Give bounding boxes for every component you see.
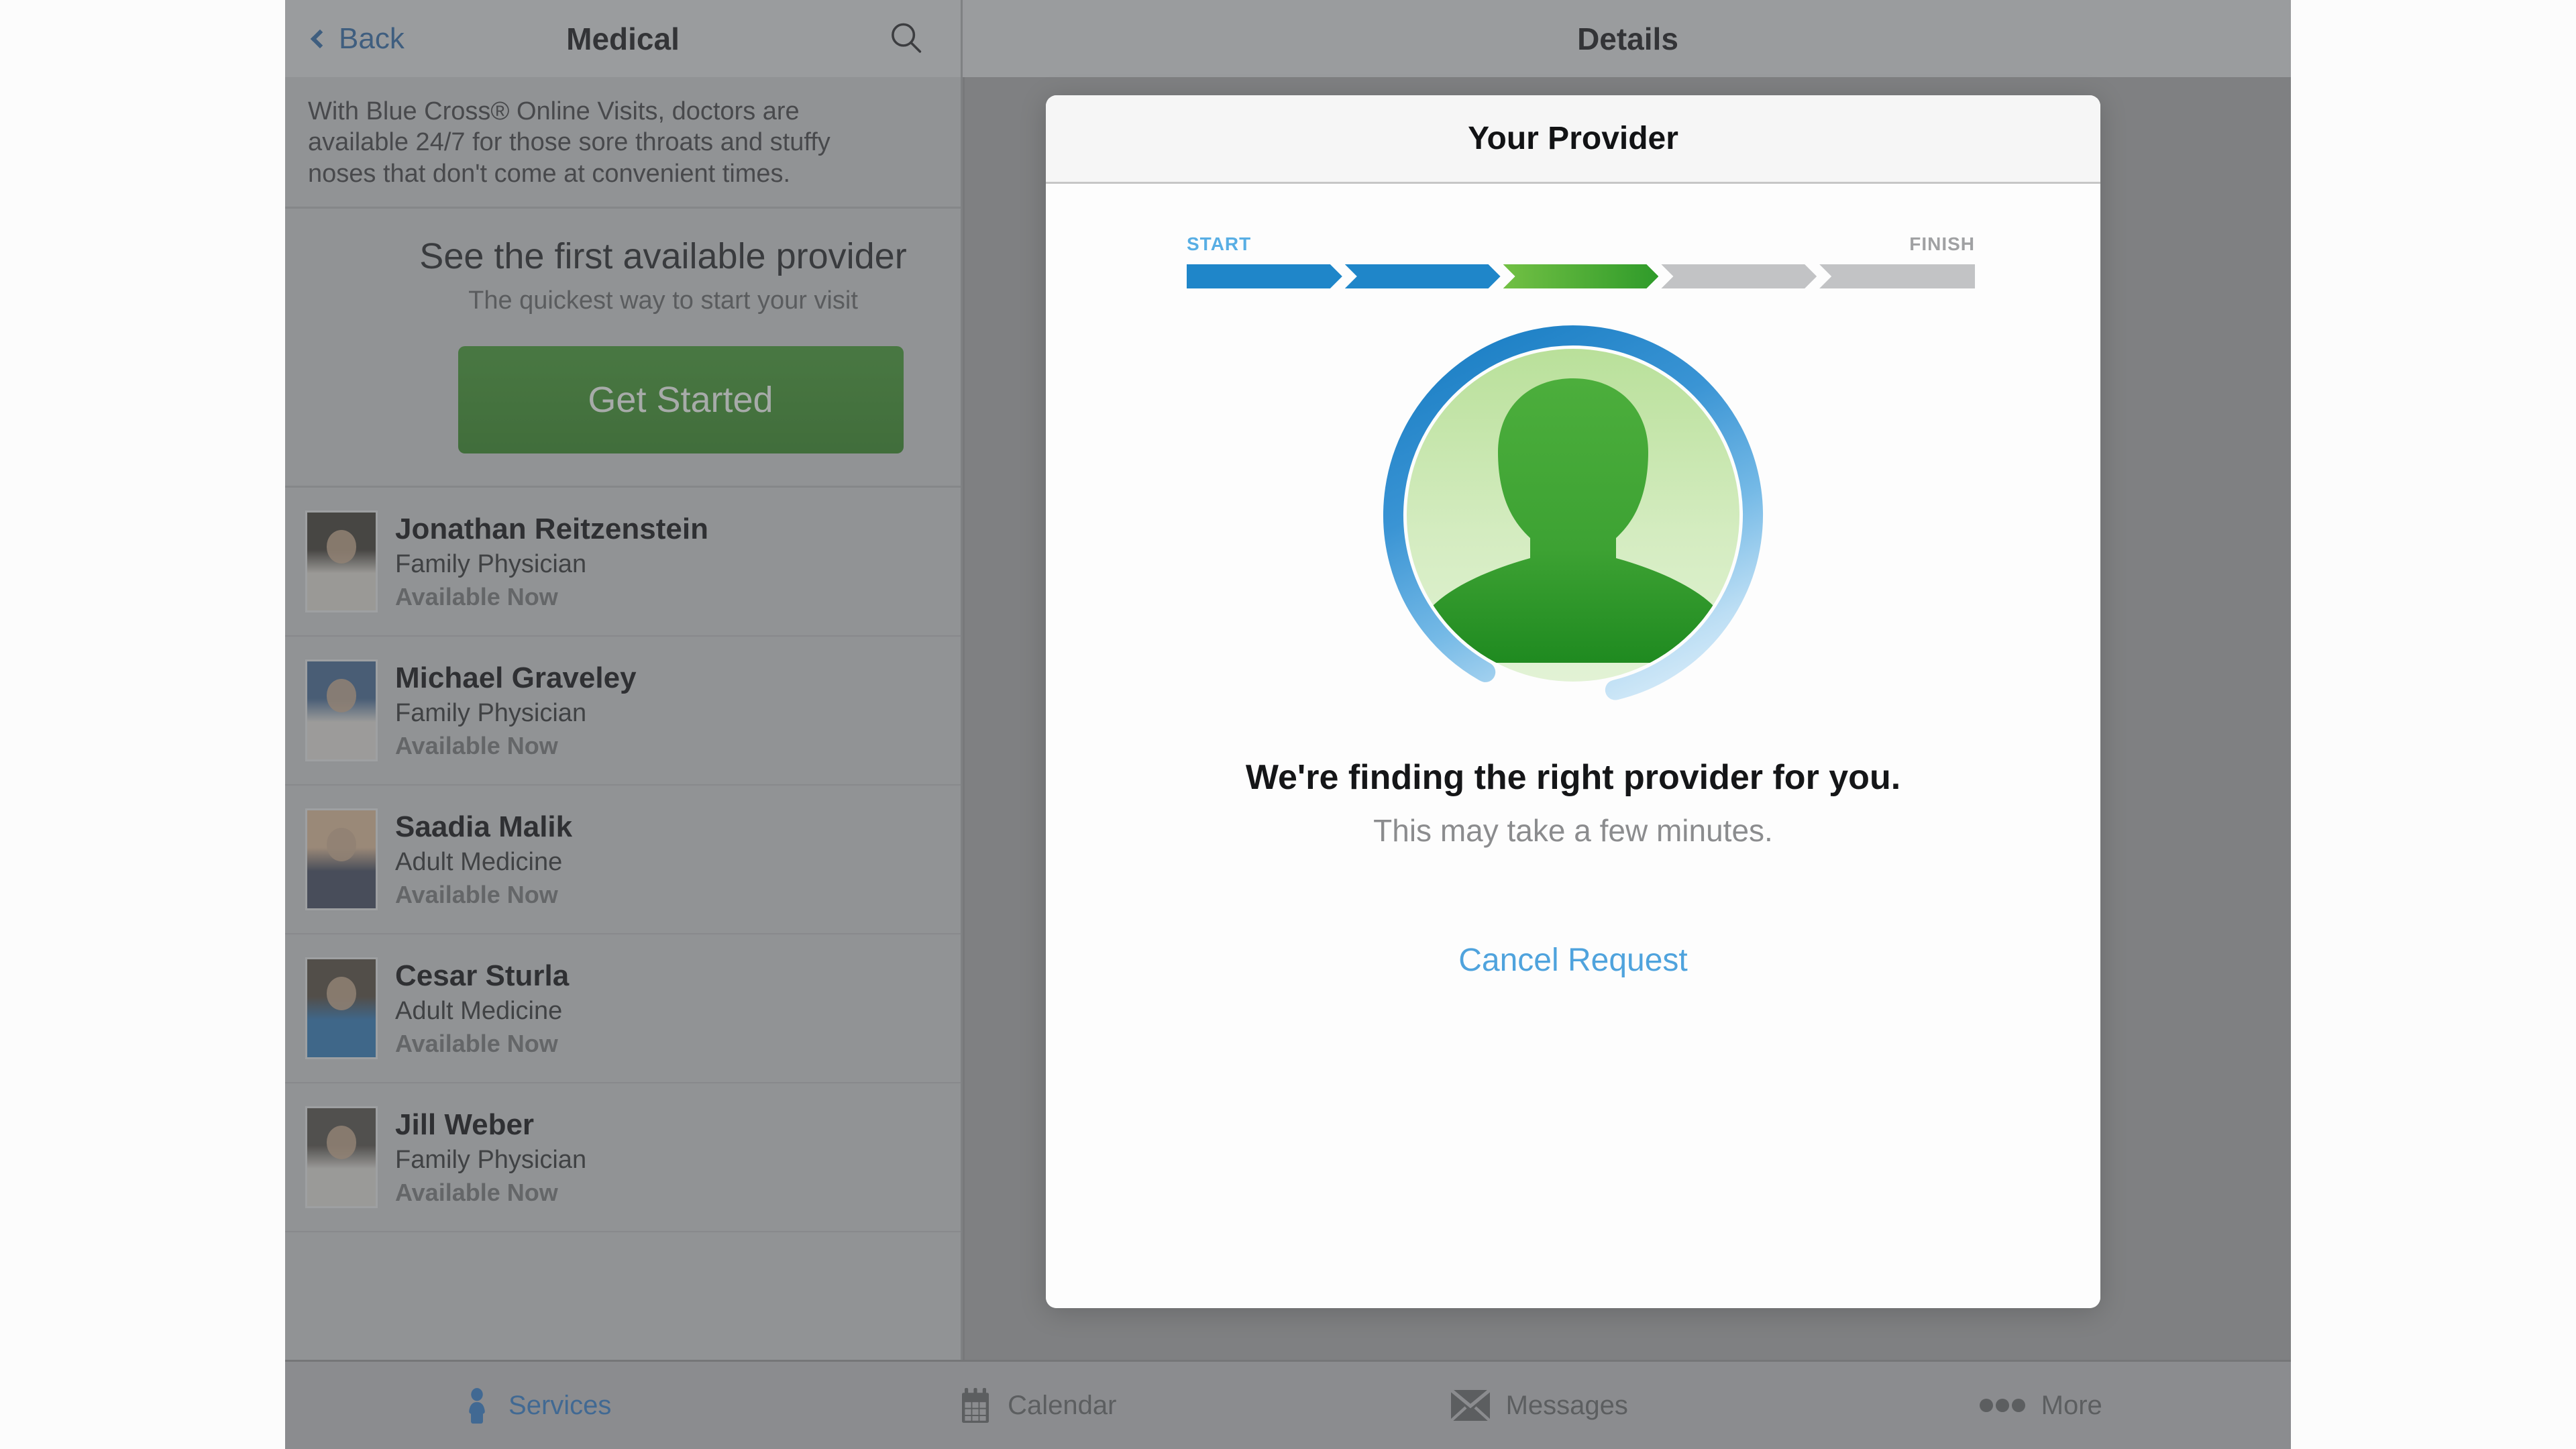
page-title: Medical [566, 21, 680, 56]
provider-availability: Available Now [395, 1178, 558, 1206]
modal-title: Your Provider [1468, 121, 1678, 156]
navbar-right-section: Details [965, 0, 2291, 77]
progress-segment-1 [1187, 264, 1342, 288]
progress-bar [1187, 264, 1975, 288]
screen: Back Medical Details With Blue Cross® On… [0, 0, 2576, 1449]
provider-specialty: Family Physician [395, 698, 587, 727]
provider-availability: Available Now [395, 582, 558, 610]
calendar-icon [958, 1387, 993, 1424]
status-primary-text: We're finding the right provider for you… [1245, 758, 1901, 797]
provider-specialty: Family Physician [395, 1145, 587, 1174]
tab-label: Messages [1505, 1390, 1628, 1420]
provider-sidebar: With Blue Cross® Online Visits, doctors … [285, 77, 963, 1360]
provider-specialty: Adult Medicine [395, 996, 563, 1025]
provider-list-item[interactable]: Michael Graveley Family Physician Availabl… [285, 637, 961, 786]
provider-list: Jonathan Reitzenstein Family Physician Ava… [285, 488, 961, 1233]
tab-label: More [2041, 1390, 2102, 1420]
progress-start-label: START [1187, 233, 1252, 254]
provider-name: Saadia Malik [395, 810, 573, 843]
status-secondary-text: This may take a few minutes. [1373, 813, 1773, 848]
progress-segment-3 [1503, 264, 1659, 288]
provider-name: Michael Graveley [395, 661, 637, 694]
get-started-button[interactable]: Get Started [458, 346, 904, 454]
progress-segment-2 [1345, 264, 1501, 288]
provider-photo [305, 1106, 378, 1209]
provider-info: Saadia Malik Adult Medicine Available Now [395, 810, 572, 909]
cancel-request-button[interactable]: Cancel Request [1046, 942, 2100, 979]
navbar-left-section: Back Medical [285, 0, 963, 77]
modal-body: START FINISH We're finding the right pro… [1046, 184, 2100, 1308]
provider-avatar-spinner-icon [1372, 319, 1774, 722]
tab-bar: Services Calendar Messages More [285, 1360, 2291, 1449]
your-provider-modal: Your Provider START FINISH We're finding… [1046, 95, 2100, 1308]
provider-photo [305, 659, 378, 762]
first-available-promo: See the first available provider The qui… [285, 209, 961, 488]
provider-specialty: Family Physician [395, 549, 587, 578]
provider-info: Jill Weber Family Physician Available Now [395, 1108, 586, 1207]
provider-availability: Available Now [395, 731, 558, 759]
provider-name: Cesar Sturla [395, 959, 570, 992]
modal-header: Your Provider [1046, 95, 2100, 184]
status-message: We're finding the right provider for you… [1046, 757, 2100, 849]
provider-photo [305, 957, 378, 1060]
promo-subtitle: The quickest way to start your visit [468, 286, 858, 315]
person-icon [460, 1387, 494, 1424]
envelope-icon [1449, 1389, 1491, 1422]
app-canvas: Back Medical Details With Blue Cross® On… [285, 0, 2291, 1449]
detail-page-title: Details [1577, 21, 1678, 56]
progress-segment-4 [1661, 264, 1817, 288]
provider-name: Jill Weber [395, 1108, 535, 1141]
tab-more[interactable]: More [1790, 1362, 2292, 1449]
provider-list-item[interactable]: Cesar Sturla Adult Medicine Available Now [285, 934, 961, 1084]
service-description: With Blue Cross® Online Visits, doctors … [285, 77, 961, 209]
provider-specialty: Adult Medicine [395, 847, 563, 876]
provider-availability: Available Now [395, 880, 558, 908]
provider-photo [305, 511, 378, 613]
provider-photo [305, 808, 378, 911]
progress-segment-5 [1819, 264, 1975, 288]
progress-finish-label: FINISH [1909, 233, 1975, 254]
promo-title: See the first available provider [419, 236, 907, 277]
provider-name: Jonathan Reitzenstein [395, 512, 708, 545]
tab-label: Services [508, 1390, 612, 1420]
visit-progress: START FINISH [1187, 233, 1975, 288]
provider-list-item[interactable]: Jonathan Reitzenstein Family Physician Ava… [285, 488, 961, 637]
provider-info: Cesar Sturla Adult Medicine Available Now [395, 959, 569, 1058]
tab-calendar[interactable]: Calendar [787, 1362, 1289, 1449]
tab-label: Calendar [1008, 1390, 1117, 1420]
tab-messages[interactable]: Messages [1288, 1362, 1790, 1449]
search-icon[interactable] [888, 19, 924, 58]
progress-labels: START FINISH [1187, 233, 1975, 255]
provider-list-item[interactable]: Jill Weber Family Physician Available Now [285, 1083, 961, 1233]
tab-services[interactable]: Services [285, 1362, 787, 1449]
navigation-bar: Back Medical Details [285, 0, 2291, 77]
provider-info: Michael Graveley Family Physician Availabl… [395, 661, 637, 760]
provider-info: Jonathan Reitzenstein Family Physician Ava… [395, 513, 708, 611]
ellipsis-icon [1978, 1397, 2027, 1414]
provider-list-item[interactable]: Saadia Malik Adult Medicine Available Now [285, 786, 961, 935]
provider-availability: Available Now [395, 1029, 558, 1057]
